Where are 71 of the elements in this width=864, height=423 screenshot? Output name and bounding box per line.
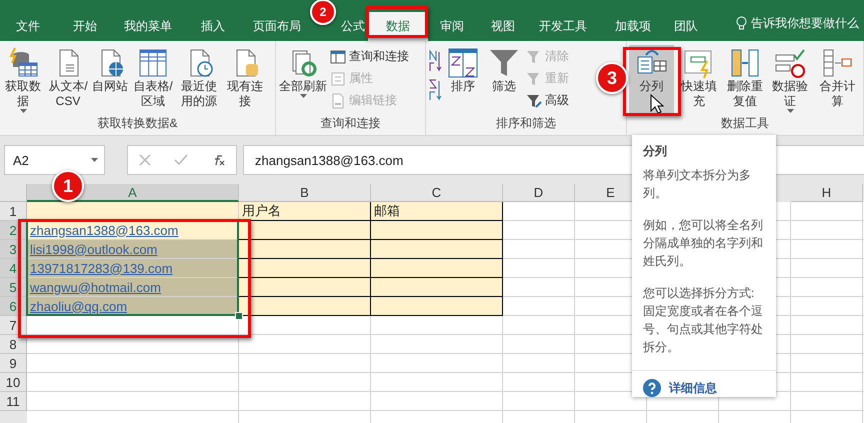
ribbon-button[interactable]: 快速填充 [676,45,722,113]
table-icon [137,47,169,79]
ribbon-tab[interactable]: 页面布局 [244,16,310,36]
remove-duplicates-icon [728,47,761,79]
group-title: 排序和筛选 [495,115,557,132]
column-header[interactable]: H [791,184,863,202]
row-header[interactable]: 11 [0,392,27,411]
ribbon-tab[interactable]: 文件 [0,16,56,36]
check-icon[interactable] [174,154,188,166]
tooltip-text: 例如，您可以将全名列分隔成单独的名字列和姓氏列。 [643,217,763,270]
caret-icon [91,158,98,162]
tooltip-title: 分列 [643,143,667,160]
consolidate-icon [821,47,854,79]
sort-icon [447,47,479,79]
ribbon-tab[interactable]: 开发工具 [530,16,596,36]
ribbon-button[interactable]: 自表格/区域 [130,45,176,113]
ribbon-button[interactable]: 获取数据 [2,45,44,113]
clear-filter-icon [526,48,542,64]
row-header[interactable]: 1 [0,202,27,221]
name-box[interactable]: A2 [4,145,105,175]
advanced-filter-icon [526,92,542,108]
properties-icon [330,70,346,86]
data-validation-icon [774,47,806,79]
ribbon-button[interactable]: 数据验证 [768,45,812,113]
database-icon [7,47,39,79]
ribbon-tab[interactable]: 加载项 [596,16,670,36]
sort-button[interactable] [428,47,442,73]
fill-handle[interactable] [235,312,243,320]
ribbon-button[interactable]: 查询和连接 [330,47,409,66]
tooltip-text: 您可以选择拆分方式:固定宽度或者在各个逗号、句点或其他字符处拆分。 [643,285,763,356]
row-header[interactable]: 9 [0,354,27,373]
ribbon-tab[interactable]: 开始 [56,16,114,36]
group-title: 数据工具 [720,115,770,132]
column-header[interactable]: B [239,184,371,202]
row-header[interactable]: 10 [0,373,27,392]
email-link[interactable]: zhangsan1388@163.com [30,222,178,238]
ribbon-tab[interactable]: 插入 [182,16,244,36]
ribbon-button[interactable]: 分列 [629,45,674,113]
ribbon-button[interactable]: 从文本/CSV [46,45,90,113]
table-cell: 用户名 [239,202,371,221]
group-title: 查询和连接 [320,115,382,132]
tell-me-search[interactable]: 告诉我你想要做什么 [736,12,859,34]
ribbon-tab[interactable]: 公式 [338,16,368,36]
sort-ascending-icon [428,49,442,73]
mouse-pointer-icon [650,94,664,114]
link-file-icon [330,92,346,108]
sort-descending-icon [428,78,442,102]
ribbon-tab[interactable]: 团队 [670,16,702,36]
tell-me-more-link[interactable]: 详细信息 [632,370,776,397]
ribbon-button[interactable]: 自网站 [92,45,128,113]
ribbon-tab[interactable]: 我的菜单 [114,16,182,36]
ribbon-button[interactable]: 最近使用的源 [178,45,220,113]
ribbon-tab[interactable]: 审阅 [428,16,476,36]
filter-icon [488,47,520,79]
ribbon-tab[interactable]: 视图 [476,16,530,36]
ribbon-button[interactable]: 全部刷新 [278,45,328,113]
group-title: 获取转换数据& [96,115,178,132]
reapply-filter-icon [526,70,542,86]
ribbon-button[interactable]: 合并计算 [814,45,861,113]
ribbon-button[interactable]: 排序 [444,45,482,113]
ribbon-button[interactable]: 删除重复值 [723,45,767,113]
column-header[interactable]: D [503,184,575,202]
query-pane-icon [330,48,346,64]
ribbon-button[interactable]: 现有连接 [222,45,268,113]
ribbon-button[interactable]: 筛选 [484,45,524,113]
lightbulb-icon [736,16,747,30]
column-header[interactable]: C [371,184,503,202]
ribbon-button[interactable]: 高级 [526,91,569,110]
row-header[interactable]: 8 [0,335,27,354]
highlight-frame [366,6,428,38]
table-cell: 邮箱 [371,202,503,221]
